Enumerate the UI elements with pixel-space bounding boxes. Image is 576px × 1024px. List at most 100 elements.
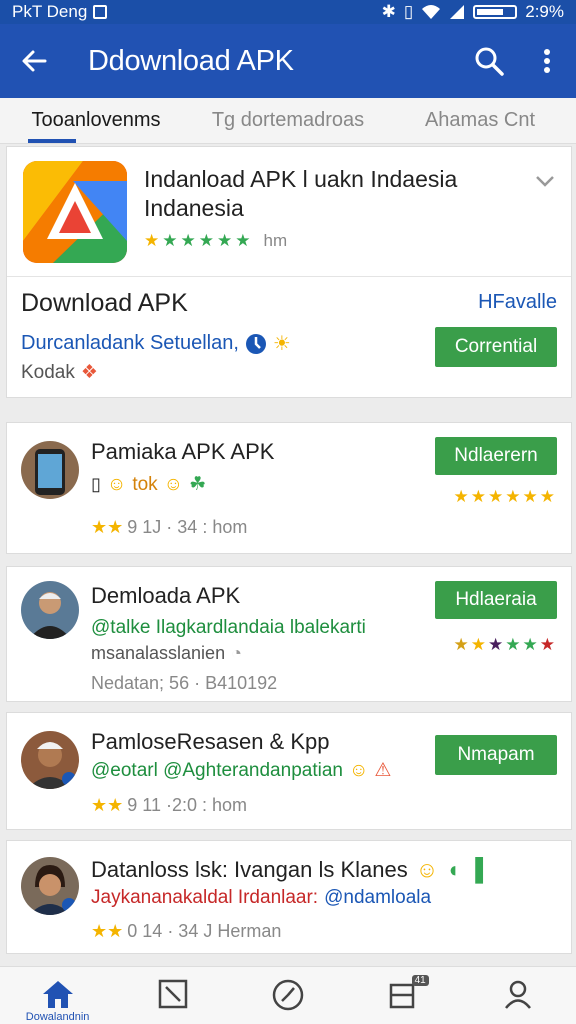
phone-icon: ▯ — [91, 474, 101, 494]
star-icon: ★ — [198, 231, 214, 250]
leaf-icon: ☘ — [189, 474, 207, 495]
section-title: Download APK — [21, 289, 188, 317]
subtitle2-text: Kodak — [21, 361, 75, 383]
featured-rating: ★ ★ ★ ★ ★ ★ hm — [144, 231, 287, 251]
notification-badge: 41 — [411, 975, 429, 986]
subtitle-text: @eotarl @Aghterandanpatian — [91, 759, 343, 781]
chevron-down-icon[interactable] — [535, 175, 555, 187]
compass-icon — [272, 979, 304, 1011]
rating-meta: hm — [263, 231, 288, 250]
nav-home-label: Dowalandnin — [25, 1011, 90, 1023]
rating-stars: ★★★★★★ — [453, 635, 557, 654]
search-button[interactable] — [460, 24, 518, 98]
featured-app-title: Indanload APK l uakn Indaesia Indanesia — [144, 166, 458, 221]
star-icon: ★★ — [91, 517, 124, 537]
item-meta: ★★ 0 14 · 34 J Herman — [91, 921, 281, 942]
back-button[interactable] — [0, 24, 68, 98]
tab-label: Ahamas Cnt — [424, 109, 536, 131]
tab-label: Tooanlovenms — [31, 109, 161, 131]
nav-library[interactable]: 41 — [346, 967, 461, 1024]
candy-icon: ❖ — [80, 362, 98, 383]
subtitle-text: Durcanladank Setuellan, — [21, 332, 239, 354]
star-icon: ★ — [162, 231, 178, 250]
featured-card: Indanload APK l uakn Indaesia Indanesia … — [6, 146, 572, 398]
subtitle-red-text: Jaykananakaldal Irdanlaar: — [91, 887, 319, 908]
list-item[interactable]: Demloada APK @talke Ilagkardlandaia lbal… — [6, 566, 572, 702]
featured-app-header[interactable]: Indanload APK l uakn Indaesia Indanesia … — [7, 147, 571, 277]
nav-home[interactable]: Dowalandnin — [0, 967, 115, 1024]
wifi-icon — [422, 5, 441, 19]
tab-label: Tg dortemadroas — [211, 109, 365, 131]
nav-explore[interactable] — [230, 967, 345, 1024]
emoji-icon: ☺ — [348, 759, 369, 781]
rating-stars: ★★★★★★ — [453, 487, 557, 506]
item-subtitle: @eotarl @Aghterandanpatian ☺ ⚠ — [91, 759, 391, 782]
install-button[interactable]: Ndlaerern — [435, 437, 557, 475]
star-icon: ★★ — [91, 795, 124, 815]
avatar — [21, 857, 79, 915]
emoji-icon: ☺ — [163, 473, 184, 495]
star-icon: ★ — [180, 231, 196, 250]
app-logo-icon — [23, 161, 127, 263]
notification-icon — [93, 5, 108, 19]
emoji-icon: ◔ — [231, 643, 242, 663]
subtitle-text: tok — [132, 473, 158, 495]
status-bar-text: PkT Deng — [12, 2, 88, 21]
featured-action-button[interactable]: Corrential — [435, 327, 557, 367]
nav-account[interactable] — [461, 967, 576, 1024]
description-text: msanalasslanien — [91, 643, 226, 663]
install-button[interactable]: Hdlaeraia — [435, 581, 557, 619]
meta-text: 9 1J · 34 : hom — [127, 517, 248, 537]
star-icon: ★ — [235, 231, 251, 250]
list-item[interactable]: Pamiaka APK APK ▯ ☺ tok ☺ ☘ ★★ 9 1J · 34… — [6, 422, 572, 554]
featured-subtitle-2: Kodak ❖ — [21, 361, 98, 384]
item-title: Demloada APK — [91, 583, 241, 608]
vibrate-icon: ▯ — [403, 2, 414, 21]
meta-text: 0 14 · 34 J Herman — [127, 921, 282, 941]
emoji-icon: ☺ — [106, 473, 127, 495]
bottom-navigation: Dowalandnin 41 — [0, 966, 576, 1024]
list-item[interactable]: PamloseResasen & Kpp @eotarl @Aghteranda… — [6, 712, 572, 830]
featured-subtitle: Durcanladank Setuellan, ☀ — [21, 331, 291, 356]
star-icon: ★ — [217, 231, 233, 250]
item-meta: ★★ 9 11 ·2:0 : hom — [91, 795, 247, 816]
item-title: Datanloss lsk: Ivangan ls Klanes ☺ ◖ ▐ — [91, 857, 483, 883]
emoji-icon: ☺ — [415, 857, 439, 882]
item-description: msanalasslanien ◔ — [91, 643, 242, 664]
available-link[interactable]: HFavalle — [478, 291, 557, 314]
subtitle-text: @talke Ilagkardlandaia lbalekarti — [91, 617, 366, 638]
overflow-menu-button[interactable] — [518, 24, 576, 98]
page-title: Ddownload APK — [88, 44, 294, 77]
avatar — [21, 731, 79, 789]
install-button[interactable]: Nmapam — [435, 735, 557, 775]
item-subtitle: @talke Ilagkardlandaia lbalekarti — [91, 617, 366, 639]
verified-icon — [245, 333, 266, 354]
nav-crop[interactable] — [115, 967, 230, 1024]
app-bar: Ddownload APK — [0, 24, 576, 98]
list-item[interactable]: Datanloss lsk: Ivangan ls Klanes ☺ ◖ ▐ J… — [6, 840, 572, 954]
status-bar-time: 2:9% — [525, 2, 564, 21]
avatar — [21, 581, 79, 639]
account-icon — [505, 980, 532, 1009]
tab-downloads[interactable]: Tooanlovenms — [0, 98, 192, 143]
tab-top-charts[interactable]: Tg dortemadroas — [192, 98, 384, 143]
avatar — [21, 441, 79, 499]
star-icon: ★★ — [91, 921, 124, 941]
item-meta: ★★ 9 1J · 34 : hom — [91, 517, 247, 538]
more-vert-icon — [544, 49, 550, 73]
subtitle-blue-text: @ndamloala — [324, 887, 432, 908]
item-title: Pamiaka APK APK — [91, 439, 275, 464]
warning-icon: ⚠ — [374, 760, 392, 781]
item-subtitle: ▯ ☺ tok ☺ ☘ — [91, 473, 206, 496]
verified-icon: ◖ — [446, 857, 460, 882]
star-icon: ★ — [144, 231, 160, 250]
tab-categories[interactable]: Ahamas Cnt — [384, 98, 576, 143]
item-title: PamloseResasen & Kpp — [91, 729, 330, 754]
meta-text: 9 11 ·2:0 : hom — [127, 795, 248, 815]
item-meta: Nedatan; 56 · B410192 — [91, 673, 277, 694]
featured-download-section: Download APK HFavalle Durcanladank Setue… — [7, 277, 571, 397]
item-subtitle: Jaykananakaldal Irdanlaar: @ndamloala — [91, 887, 431, 909]
bluetooth-icon: ✱ — [381, 2, 396, 21]
meta-text: Nedatan; 56 · B410192 — [91, 673, 278, 693]
emoji-icon: ☀ — [272, 333, 291, 355]
